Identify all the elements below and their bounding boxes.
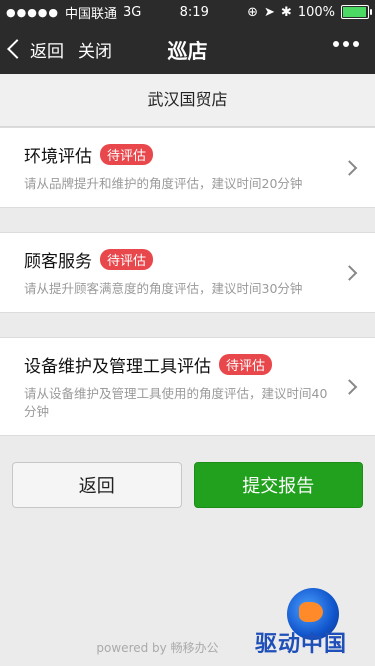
- back-button[interactable]: 返回: [7, 37, 64, 62]
- item-description: 请从提升顾客满意度的角度评估，建议时间30分钟: [24, 281, 303, 296]
- watermark-logo: 驱动中国: [255, 588, 365, 658]
- divider: [0, 208, 375, 232]
- chevron-left-icon: [7, 39, 27, 59]
- battery-icon: [341, 5, 372, 19]
- close-button[interactable]: 关闭: [78, 37, 112, 62]
- carrier-label: 中国联通: [65, 6, 118, 22]
- more-icon[interactable]: [333, 41, 359, 47]
- status-bar: ●●●●● 中国联通 3G 8:19 ⊕ ➤ ✱ 100%: [0, 0, 375, 24]
- list-item[interactable]: 环境评估 待评估 请从品牌提升和维护的角度评估，建议时间20分钟: [0, 127, 375, 208]
- navigation-bar: 返回 关闭 巡店: [0, 24, 375, 74]
- store-name: 武汉国贸店: [0, 74, 375, 127]
- item-description: 请从品牌提升和维护的角度评估，建议时间20分钟: [24, 176, 303, 191]
- back-label: 返回: [30, 41, 64, 62]
- watermark-text: 驱动中国: [255, 632, 348, 657]
- return-button[interactable]: 返回: [12, 462, 182, 508]
- top-bar: ●●●●● 中国联通 3G 8:19 ⊕ ➤ ✱ 100% 返回 关闭 巡店: [0, 0, 375, 74]
- divider: [0, 313, 375, 337]
- list-item[interactable]: 设备维护及管理工具评估 待评估 请从设备维护及管理工具使用的角度评估，建议时间4…: [0, 337, 375, 436]
- item-name: 环境评估: [24, 147, 92, 167]
- chevron-right-icon: [341, 159, 358, 176]
- status-badge: 待评估: [100, 249, 154, 270]
- action-buttons: 返回 提交报告: [0, 436, 375, 534]
- list-item[interactable]: 顾客服务 待评估 请从提升顾客满意度的角度评估，建议时间30分钟: [0, 232, 375, 313]
- status-badge: 待评估: [219, 354, 273, 375]
- chevron-right-icon: [341, 264, 358, 281]
- signal-icon: ●●●●●: [6, 5, 59, 19]
- chevron-right-icon: [341, 378, 358, 395]
- status-badge: 待评估: [100, 144, 154, 165]
- battery-percent: 100%: [297, 4, 335, 20]
- item-name: 顾客服务: [24, 252, 92, 272]
- orientation-lock-icon: ⊕: [247, 4, 259, 20]
- network-label: 3G: [123, 4, 142, 20]
- bluetooth-icon: ✱: [280, 4, 292, 20]
- submit-report-button[interactable]: 提交报告: [193, 462, 363, 508]
- item-description: 请从设备维护及管理工具使用的角度评估，建议时间40分钟: [24, 386, 328, 419]
- location-icon: ➤: [264, 4, 275, 20]
- clock: 8:19: [179, 4, 209, 20]
- item-name: 设备维护及管理工具评估: [24, 357, 211, 377]
